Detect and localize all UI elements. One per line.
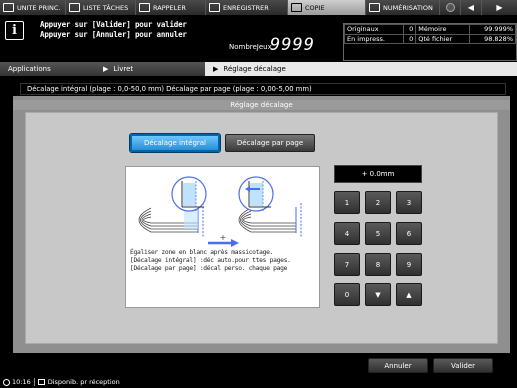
settings-tab[interactable] <box>440 0 461 15</box>
top-tab-bar: UNITE PRINC. LISTE TÂCHES RAPPELER ENREG… <box>0 0 517 15</box>
panel-title: Réglage décalage <box>13 100 510 110</box>
key-6[interactable]: 6 <box>396 222 422 245</box>
speaker-icon: ◀ <box>467 3 475 12</box>
divider <box>0 76 517 82</box>
info-icon: i <box>5 21 24 40</box>
tab-numerisation[interactable]: NUMÉRISATION <box>366 0 440 15</box>
originals-label: Originaux <box>344 24 404 35</box>
key-9[interactable]: 9 <box>396 253 422 276</box>
description-line-1: Égaliser zone en blanc après massicotage… <box>130 249 274 256</box>
recall-icon <box>139 3 150 12</box>
tab-rappeler[interactable]: RAPPELER <box>136 0 206 15</box>
booklet-right-icon <box>238 176 302 237</box>
status-time: 10:16 <box>12 378 31 386</box>
tab-unite-principale[interactable]: UNITE PRINC. <box>0 0 66 15</box>
decrement-button[interactable]: ▼ <box>365 283 391 306</box>
key-0[interactable]: 0 <box>334 283 360 306</box>
tab-label: UNITE PRINC. <box>17 3 61 12</box>
tab-label: RAPPELER <box>153 3 186 12</box>
key-8[interactable]: 8 <box>365 253 391 276</box>
breadcrumb-label: Livret <box>113 65 134 73</box>
scan-icon <box>369 3 380 12</box>
value-display: + 0.0mm <box>334 165 422 183</box>
per-page-shift-button[interactable]: Décalage par page <box>225 134 315 152</box>
printing-label: En impress. <box>344 33 404 44</box>
memory-value: 99.999% <box>468 24 517 35</box>
cancel-button[interactable]: Annuler <box>368 358 428 373</box>
tab-enregistrer[interactable]: ENREGISTRER <box>206 0 288 15</box>
nb-jobs-value: 9999 <box>270 35 315 55</box>
tab-liste-taches[interactable]: LISTE TÂCHES <box>66 0 136 15</box>
tab-copie[interactable]: COPIE <box>288 0 366 15</box>
ready-icon <box>37 379 45 385</box>
divider <box>33 378 35 386</box>
file-qty-label: Qté fichier <box>415 33 470 44</box>
status-counters: Originaux 0 Mémoire 99.999% En impress. … <box>343 23 517 61</box>
instruction-message: Appuyer sur [Valider] pour valider Appuy… <box>40 20 187 39</box>
status-bar: 10:16 Disponib. pr réception <box>0 376 517 388</box>
breadcrumb-applications[interactable]: Applications <box>0 62 95 76</box>
shift-illustration: + Égaliser zone en blanc après massicota… <box>125 166 320 308</box>
originals-value: 0 <box>402 24 417 35</box>
breadcrumb-label: Applications <box>8 65 51 73</box>
key-1[interactable]: 1 <box>334 191 360 214</box>
breadcrumb: Applications ▶ Livret ▶ Réglage décalage <box>0 62 517 76</box>
file-qty-value: 98.828% <box>468 33 517 44</box>
home-icon <box>3 3 14 12</box>
job-list-icon <box>69 3 80 12</box>
increment-button[interactable]: ▲ <box>396 283 422 306</box>
chevron-right-icon: ▶ <box>496 3 503 12</box>
status-text: Disponib. pr réception <box>47 378 120 386</box>
validate-button[interactable]: Valider <box>433 358 493 373</box>
booklet-trim-diagram: + <box>138 176 302 247</box>
breadcrumb-label: Réglage décalage <box>223 65 286 73</box>
message-line-1: Appuyer sur [Valider] pour valider <box>40 20 187 29</box>
tab-label: COPIE <box>305 3 325 12</box>
plus-sign: + <box>220 233 227 242</box>
register-icon <box>209 3 220 12</box>
volume-tab[interactable]: ◀ <box>461 0 482 15</box>
nb-jobs-label: NombreJeux <box>229 43 272 51</box>
tab-label: NUMÉRISATION <box>383 3 433 12</box>
memory-label: Mémoire <box>415 24 470 35</box>
description-line-2: [Décalage intégral] :déc auto.pour ttes … <box>130 257 291 264</box>
breadcrumb-reglage-decalage: ▶ Réglage décalage <box>205 62 517 76</box>
key-7[interactable]: 7 <box>334 253 360 276</box>
tab-label: ENREGISTRER <box>223 3 269 12</box>
range-info: Décalage intégral (plage : 0,0-50,0 mm) … <box>20 83 506 95</box>
integral-shift-button[interactable]: Décalage intégral <box>130 134 220 152</box>
chevron-right-icon: ▶ <box>103 65 109 73</box>
key-4[interactable]: 4 <box>334 222 360 245</box>
booklet-left-icon <box>138 176 207 237</box>
copy-icon <box>291 3 302 12</box>
key-3[interactable]: 3 <box>396 191 422 214</box>
illustration-description: Égaliser zone en blanc après massicotage… <box>130 249 318 273</box>
more-tab[interactable]: ▶ <box>482 0 517 15</box>
chevron-right-icon: ▶ <box>213 65 219 73</box>
tab-label: LISTE TÂCHES <box>83 3 129 12</box>
key-2[interactable]: 2 <box>365 191 391 214</box>
circle-icon <box>445 3 455 12</box>
clock-icon <box>3 378 10 386</box>
message-line-2: Appuyer sur [Annuler] pour annuler <box>40 29 187 39</box>
description-line-3: [Décalage par page] :décal perso. chaque… <box>130 265 288 272</box>
printing-value: 0 <box>402 33 417 44</box>
key-5[interactable]: 5 <box>365 222 391 245</box>
breadcrumb-livret[interactable]: ▶ Livret <box>95 62 205 76</box>
